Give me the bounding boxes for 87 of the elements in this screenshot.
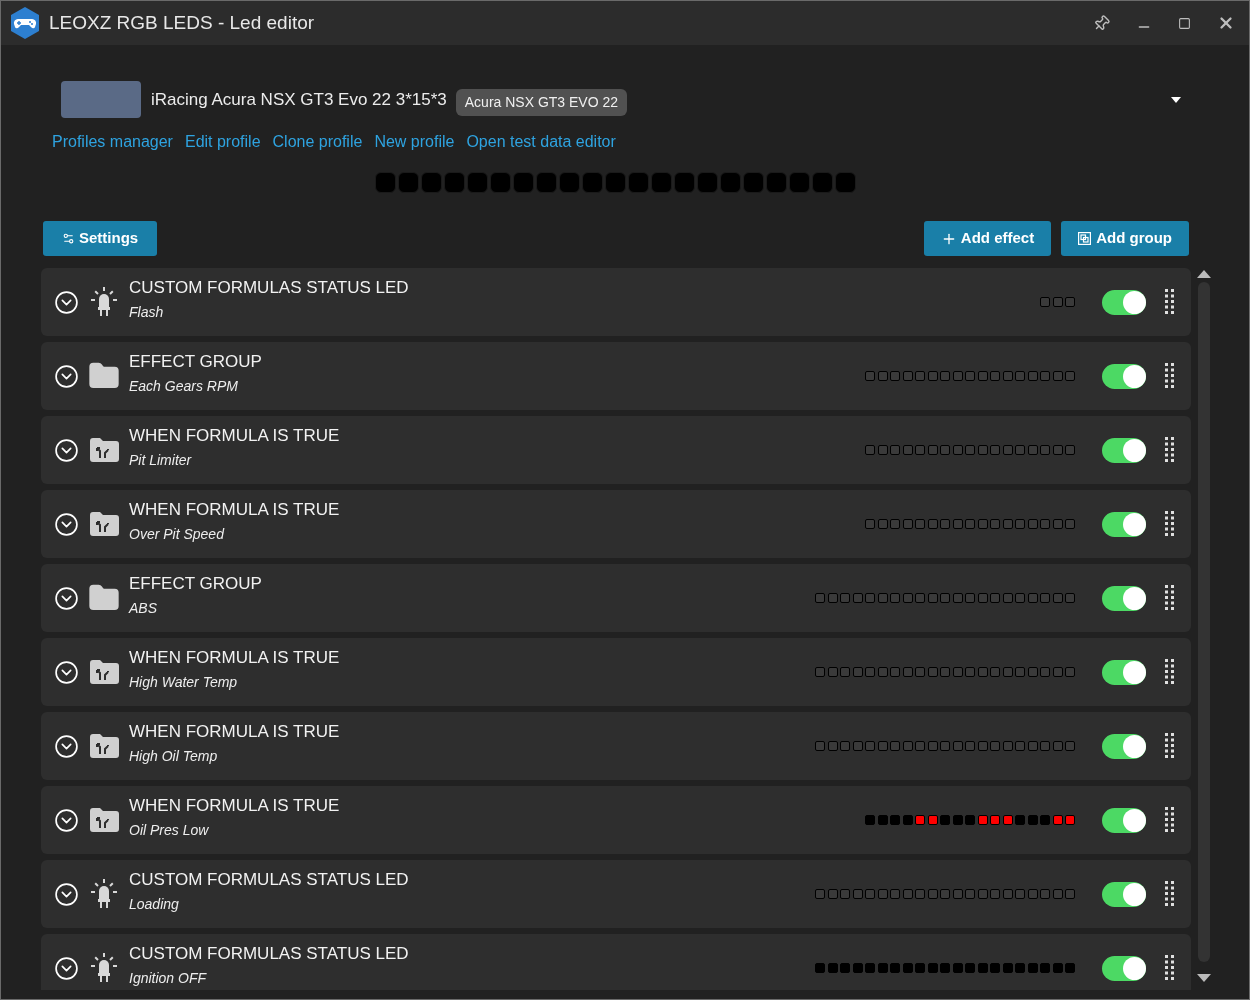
led-bulb-icon: [90, 878, 118, 910]
toggle-switch[interactable]: [1102, 955, 1146, 981]
expand-icon[interactable]: [54, 881, 79, 907]
profile-link[interactable]: Profiles manager: [52, 130, 173, 154]
effect-subtitle: Pit Limiter: [129, 451, 193, 471]
expand-icon[interactable]: [54, 659, 79, 685]
expand-icon[interactable]: [54, 955, 79, 981]
toggle-switch[interactable]: [1102, 289, 1146, 315]
add-effect-button[interactable]: Add effect: [923, 221, 1052, 256]
gamepad-logo-icon: [10, 6, 40, 40]
toggle-switch[interactable]: [1102, 733, 1146, 759]
effect-row[interactable]: WHEN FORMULA IS TRUE High Oil Temp: [41, 712, 1191, 780]
group-icon: [1078, 232, 1092, 245]
drag-handle-icon[interactable]: [1165, 363, 1175, 389]
drag-handle-icon[interactable]: [1165, 955, 1175, 981]
drag-handle-icon[interactable]: [1165, 585, 1175, 611]
led-bulb-icon: [90, 952, 118, 984]
led-bulb-icon: [90, 286, 118, 318]
drag-handle-icon[interactable]: [1165, 437, 1175, 463]
effect-subtitle: High Water Temp: [129, 673, 239, 693]
expand-icon[interactable]: [54, 437, 79, 463]
effect-subtitle: Oil Pres Low: [129, 821, 210, 841]
expand-icon[interactable]: [54, 733, 79, 759]
profile-name: iRacing Acura NSX GT3 Evo 22 3*15*3: [151, 88, 447, 111]
drag-handle-icon[interactable]: [1165, 733, 1175, 759]
scroll-up-icon[interactable]: [1197, 270, 1211, 278]
maximize-icon[interactable]: [1178, 16, 1191, 30]
toggle-switch[interactable]: [1102, 585, 1146, 611]
effect-title: WHEN FORMULA IS TRUE: [129, 498, 340, 521]
effect-title: CUSTOM FORMULAS STATUS LED: [129, 276, 409, 299]
effect-subtitle: Each Gears RPM: [129, 377, 239, 397]
car-tag: Acura NSX GT3 EVO 22: [455, 89, 628, 116]
effect-subtitle: Flash: [129, 303, 165, 323]
folder-fork-icon: [88, 511, 120, 537]
effect-row[interactable]: EFFECT GROUP Each Gears RPM: [41, 342, 1191, 410]
dropdown-caret-icon[interactable]: [1171, 96, 1181, 103]
toggle-switch[interactable]: [1102, 807, 1146, 833]
toggle-switch[interactable]: [1102, 437, 1146, 463]
effect-row[interactable]: WHEN FORMULA IS TRUE High Water Temp: [41, 638, 1191, 706]
effect-title: WHEN FORMULA IS TRUE: [129, 794, 340, 817]
window-title: LEOXZ RGB LEDS - Led editor: [49, 10, 315, 35]
expand-icon[interactable]: [54, 511, 79, 537]
effect-title: WHEN FORMULA IS TRUE: [129, 646, 340, 669]
effect-subtitle: Ignition OFF: [129, 969, 208, 989]
drag-handle-icon[interactable]: [1165, 511, 1175, 537]
settings-button[interactable]: Settings: [43, 221, 158, 256]
effect-row[interactable]: CUSTOM FORMULAS STATUS LED Loading: [41, 860, 1191, 928]
drag-handle-icon[interactable]: [1165, 881, 1175, 907]
folder-fork-icon: [88, 807, 120, 833]
effect-title: WHEN FORMULA IS TRUE: [129, 424, 340, 447]
settings-icon: [62, 232, 75, 245]
expand-icon[interactable]: [54, 289, 79, 315]
profile-link[interactable]: Edit profile: [184, 130, 261, 154]
profile-link[interactable]: Clone profile: [272, 130, 363, 154]
toggle-switch[interactable]: [1102, 659, 1146, 685]
effect-subtitle: Over Pit Speed: [129, 525, 226, 545]
close-icon[interactable]: [1217, 14, 1235, 32]
profile-link[interactable]: New profile: [374, 130, 455, 154]
effect-subtitle: ABS: [129, 599, 158, 619]
effect-title: CUSTOM FORMULAS STATUS LED: [129, 868, 409, 891]
effect-subtitle: High Oil Temp: [129, 747, 219, 767]
effect-title: WHEN FORMULA IS TRUE: [129, 720, 340, 743]
drag-handle-icon[interactable]: [1165, 659, 1175, 685]
effect-subtitle: Loading: [129, 895, 180, 915]
effect-row[interactable]: WHEN FORMULA IS TRUE Oil Pres Low: [41, 786, 1191, 854]
effect-row[interactable]: WHEN FORMULA IS TRUE Over Pit Speed: [41, 490, 1191, 558]
folder-fork-icon: [88, 733, 120, 759]
effect-row[interactable]: WHEN FORMULA IS TRUE Pit Limiter: [41, 416, 1191, 484]
expand-icon[interactable]: [54, 585, 79, 611]
effect-title: EFFECT GROUP: [129, 572, 262, 595]
folder-fork-icon: [88, 659, 120, 685]
effect-row[interactable]: EFFECT GROUP ABS: [41, 564, 1191, 632]
toggle-switch[interactable]: [1102, 363, 1146, 389]
expand-icon[interactable]: [54, 807, 79, 833]
folder-fork-icon: [88, 437, 120, 463]
effect-row[interactable]: CUSTOM FORMULAS STATUS LED Ignition OFF: [41, 934, 1191, 990]
effect-row[interactable]: CUSTOM FORMULAS STATUS LED Flash: [41, 268, 1191, 336]
expand-icon[interactable]: [54, 363, 79, 389]
drag-handle-icon[interactable]: [1165, 289, 1175, 315]
effect-title: EFFECT GROUP: [129, 350, 262, 373]
toggle-switch[interactable]: [1102, 881, 1146, 907]
add-group-button[interactable]: Add group: [1061, 221, 1189, 256]
profile-link[interactable]: Open test data editor: [466, 130, 616, 154]
toggle-switch[interactable]: [1102, 511, 1146, 537]
effect-title: CUSTOM FORMULAS STATUS LED: [129, 942, 409, 965]
scroll-down-icon[interactable]: [1197, 974, 1211, 982]
drag-handle-icon[interactable]: [1165, 807, 1175, 833]
